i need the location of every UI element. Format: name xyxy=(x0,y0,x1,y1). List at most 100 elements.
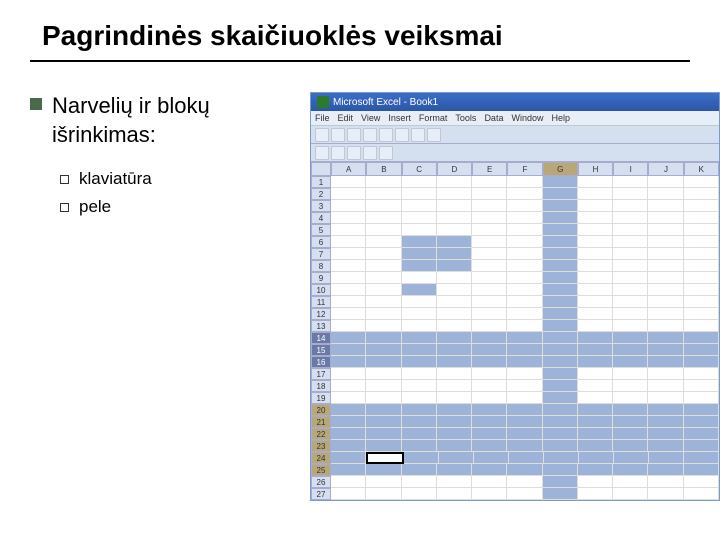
grid-row: 8 xyxy=(311,260,719,272)
cell xyxy=(648,200,683,212)
cell xyxy=(507,380,542,392)
row-header: 23 xyxy=(311,440,331,452)
grid-row: 20 xyxy=(311,404,719,416)
cell xyxy=(684,308,719,320)
cell xyxy=(543,488,578,500)
cell xyxy=(437,296,472,308)
toolbar-button xyxy=(427,128,441,142)
cell xyxy=(402,188,437,200)
toolbar-button xyxy=(379,128,393,142)
cell xyxy=(437,488,472,500)
content-area: Narvelių ir blokų išrinkimas: klaviatūra… xyxy=(30,92,690,501)
cell xyxy=(331,176,366,188)
grid-row: 11 xyxy=(311,296,719,308)
row-header: 27 xyxy=(311,488,331,500)
cell xyxy=(648,488,683,500)
cell xyxy=(648,308,683,320)
menu-item: Insert xyxy=(388,113,411,123)
grid-row: 18 xyxy=(311,380,719,392)
cell xyxy=(648,464,683,476)
cell xyxy=(613,428,648,440)
row-header: 1 xyxy=(311,176,331,188)
cell xyxy=(366,284,401,296)
cell xyxy=(402,440,437,452)
cell xyxy=(402,392,437,404)
cell xyxy=(402,320,437,332)
grid-row: 10 xyxy=(311,284,719,296)
cell xyxy=(507,200,542,212)
cell xyxy=(684,188,719,200)
cell xyxy=(437,464,472,476)
cell xyxy=(507,188,542,200)
cell xyxy=(543,224,578,236)
cell xyxy=(402,428,437,440)
row-header: 19 xyxy=(311,392,331,404)
row-header: 12 xyxy=(311,308,331,320)
cell xyxy=(578,284,613,296)
cell xyxy=(331,296,366,308)
cell xyxy=(648,356,683,368)
cell xyxy=(613,320,648,332)
toolbar-button xyxy=(379,146,393,160)
cell xyxy=(402,464,437,476)
cell xyxy=(472,212,507,224)
cell xyxy=(472,176,507,188)
section-heading: Narvelių ir blokų išrinkimas: xyxy=(52,92,290,149)
cell xyxy=(578,308,613,320)
cell xyxy=(684,476,719,488)
grid-row: 24 xyxy=(311,452,719,464)
cell xyxy=(543,176,578,188)
cell xyxy=(437,476,472,488)
cell xyxy=(684,452,719,464)
cell xyxy=(578,344,613,356)
cell xyxy=(648,368,683,380)
window-title: Microsoft Excel - Book1 xyxy=(333,97,438,108)
row-header: 15 xyxy=(311,344,331,356)
cell xyxy=(509,452,544,464)
cell xyxy=(578,404,613,416)
cell xyxy=(578,428,613,440)
cell xyxy=(578,368,613,380)
cell xyxy=(613,476,648,488)
cell xyxy=(684,320,719,332)
cell xyxy=(472,308,507,320)
cell xyxy=(437,392,472,404)
toolbar-button xyxy=(395,128,409,142)
cell xyxy=(507,296,542,308)
cell xyxy=(613,344,648,356)
cell xyxy=(472,476,507,488)
menu-item: View xyxy=(361,113,380,123)
select-all-corner xyxy=(311,162,331,176)
toolbar-button xyxy=(331,146,345,160)
cell xyxy=(543,356,578,368)
cell xyxy=(331,452,366,464)
cell xyxy=(648,392,683,404)
row-header: 7 xyxy=(311,248,331,260)
cell xyxy=(578,296,613,308)
cell xyxy=(366,392,401,404)
cell xyxy=(331,356,366,368)
menu-item: Format xyxy=(419,113,448,123)
cell xyxy=(402,296,437,308)
cell xyxy=(366,308,401,320)
cell xyxy=(472,320,507,332)
cell xyxy=(331,212,366,224)
text-column: Narvelių ir blokų išrinkimas: klaviatūra… xyxy=(30,92,290,501)
cell xyxy=(684,488,719,500)
excel-app-icon xyxy=(317,96,329,108)
cell xyxy=(648,212,683,224)
cell xyxy=(331,440,366,452)
cell xyxy=(543,320,578,332)
cell xyxy=(578,440,613,452)
grid-row: 14 xyxy=(311,332,719,344)
cell xyxy=(366,464,401,476)
grid-row: 13 xyxy=(311,320,719,332)
cell xyxy=(613,380,648,392)
cell xyxy=(437,356,472,368)
grid-row: 6 xyxy=(311,236,719,248)
grid-row: 16 xyxy=(311,356,719,368)
menu-item: File xyxy=(315,113,330,123)
grid-row: 9 xyxy=(311,272,719,284)
cell xyxy=(579,452,614,464)
cell xyxy=(472,284,507,296)
